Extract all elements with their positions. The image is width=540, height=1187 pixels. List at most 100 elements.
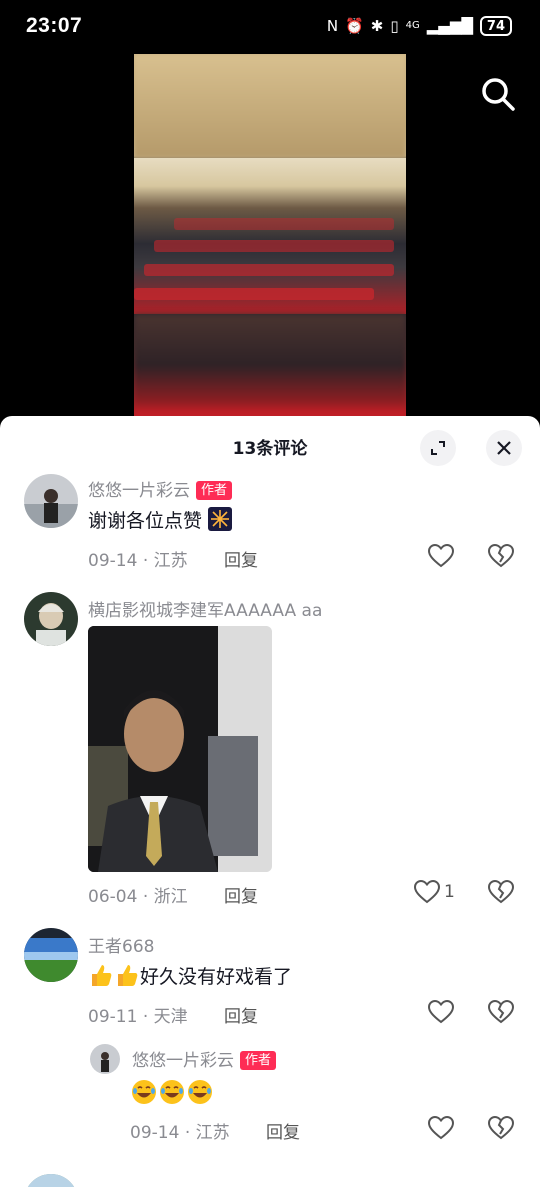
avatar-image [24,592,78,646]
comment-text-row [130,1078,214,1106]
thumbs-up-emoji [118,965,138,986]
vibrate-icon: ▯ [390,17,399,35]
comment-item-partial[interactable] [0,1174,540,1187]
reply-button[interactable]: 回复 [224,1002,258,1027]
heart-icon [428,1116,454,1140]
dislike-heart-icon [487,879,515,904]
comment-username: 横店影视城李建军AAAAAA aa [88,601,323,621]
video-hall-scene [134,158,406,314]
comment-location: 浙江 [153,887,188,907]
laughing-emoji [160,1080,184,1104]
comment-text: 谢谢各位点赞 [88,510,203,532]
like-button[interactable]: 1 [414,880,455,904]
video-top-blur [134,54,406,158]
comment-date: 09-14 [130,1123,180,1143]
video-area[interactable] [0,54,540,424]
expand-icon [431,441,445,455]
reply-button[interactable]: 回复 [224,882,258,907]
comment-count-title: 13条评论 [232,439,308,459]
comment-date: 09-14 [88,551,138,571]
heart-icon [428,1000,454,1024]
thumbs-up-emoji [92,965,112,986]
search-icon [482,78,515,111]
like-button[interactable] [428,544,454,568]
comment-text-row: 好久没有好戏看了 [88,962,292,989]
laughing-emoji [188,1080,212,1104]
status-icons: N ⏰ ✱ ▯ 4G ▂▄▆█ 74 [327,16,512,36]
comment-location: 江苏 [195,1123,230,1143]
reply-button[interactable]: 回复 [224,546,258,571]
dislike-button[interactable] [487,543,515,572]
dislike-button[interactable] [487,879,515,908]
comment-meta: 09-14 · 江苏 [130,1118,230,1143]
avatar-image [24,474,78,528]
dislike-button[interactable] [487,1115,515,1144]
meta-separator: · [142,1007,149,1027]
comment-meta: 06-04 · 浙江 [88,882,188,907]
like-button[interactable] [428,1000,454,1024]
dislike-heart-icon [487,543,515,568]
comment-username: 王者668 [88,937,155,957]
comment-location: 江苏 [153,551,188,571]
seat-row [154,240,394,252]
meta-separator: · [184,1123,191,1143]
seat-row [174,218,394,230]
dislike-button[interactable] [487,999,515,1028]
avatar[interactable] [24,928,78,982]
fireworks-emoji [208,507,233,531]
username-text: 悠悠一片彩云 [132,1051,234,1071]
comment-username: 悠悠一片彩云 作者 [132,1046,277,1071]
signal-icon: ▂▄▆█ [426,17,473,35]
avatar[interactable] [24,474,78,528]
avatar-image [24,928,78,982]
comment-text-row: 谢谢各位点赞 [88,506,233,533]
alarm-icon: ⏰ [345,17,364,35]
close-button[interactable] [486,430,522,466]
avatar[interactable] [90,1044,120,1074]
comment-username: 悠悠一片彩云 作者 [88,476,233,501]
heart-icon [428,544,454,568]
photo-image [88,626,272,872]
status-time: 23:07 [26,14,83,37]
expand-button[interactable] [420,430,456,466]
comment-item[interactable]: 王者668 好久没有好戏看了 09-11 · 天津 回复 [0,928,540,1038]
nfc-icon: N [326,17,339,35]
comment-location: 天津 [153,1007,188,1027]
heart-icon [414,880,440,904]
reply-button[interactable]: 回复 [266,1118,300,1143]
close-icon [497,441,511,455]
video-thumbnail[interactable] [134,54,406,416]
dislike-heart-icon [487,999,515,1024]
comment-item[interactable]: 悠悠一片彩云 作者 谢谢各位点赞 09-14 · 江苏 回复 [0,474,540,594]
avatar[interactable] [24,1174,78,1187]
username-text: 悠悠一片彩云 [88,481,190,501]
video-bottom-blur [134,314,406,416]
seat-row [134,288,374,300]
avatar[interactable] [24,592,78,646]
avatar-image [24,1174,78,1187]
seat-row [144,264,394,276]
comment-text: 好久没有好戏看了 [140,966,293,988]
laughing-emoji [132,1080,156,1104]
comment-meta: 09-14 · 江苏 [88,546,188,571]
comment-sheet: 13条评论 悠悠一片彩云 作者 谢谢各位点赞 09-14 · 江苏 回复 横店影… [0,416,540,1187]
comment-photo[interactable] [88,626,272,872]
comment-date: 06-04 [88,887,138,907]
like-count: 1 [444,882,455,902]
network-label: 4G [405,20,420,31]
author-badge: 作者 [240,1051,277,1070]
comment-meta: 09-11 · 天津 [88,1002,188,1027]
meta-separator: · [142,551,149,571]
author-badge: 作者 [196,481,233,500]
reply-item[interactable]: 悠悠一片彩云 作者 09-14 · 江苏 回复 [0,1042,540,1152]
like-button[interactable] [428,1116,454,1140]
meta-separator: · [142,887,149,907]
comment-item[interactable]: 横店影视城李建军AAAAAA aa 06-04 · 浙江 回复 1 [0,592,540,912]
bluetooth-icon: ✱ [370,17,384,35]
dislike-heart-icon [487,1115,515,1140]
comment-date: 09-11 [88,1007,138,1027]
battery-indicator: 74 [479,16,512,36]
search-button[interactable] [478,74,518,114]
avatar-image [90,1044,120,1074]
status-bar: 23:07 N ⏰ ✱ ▯ 4G ▂▄▆█ 74 [0,0,540,54]
